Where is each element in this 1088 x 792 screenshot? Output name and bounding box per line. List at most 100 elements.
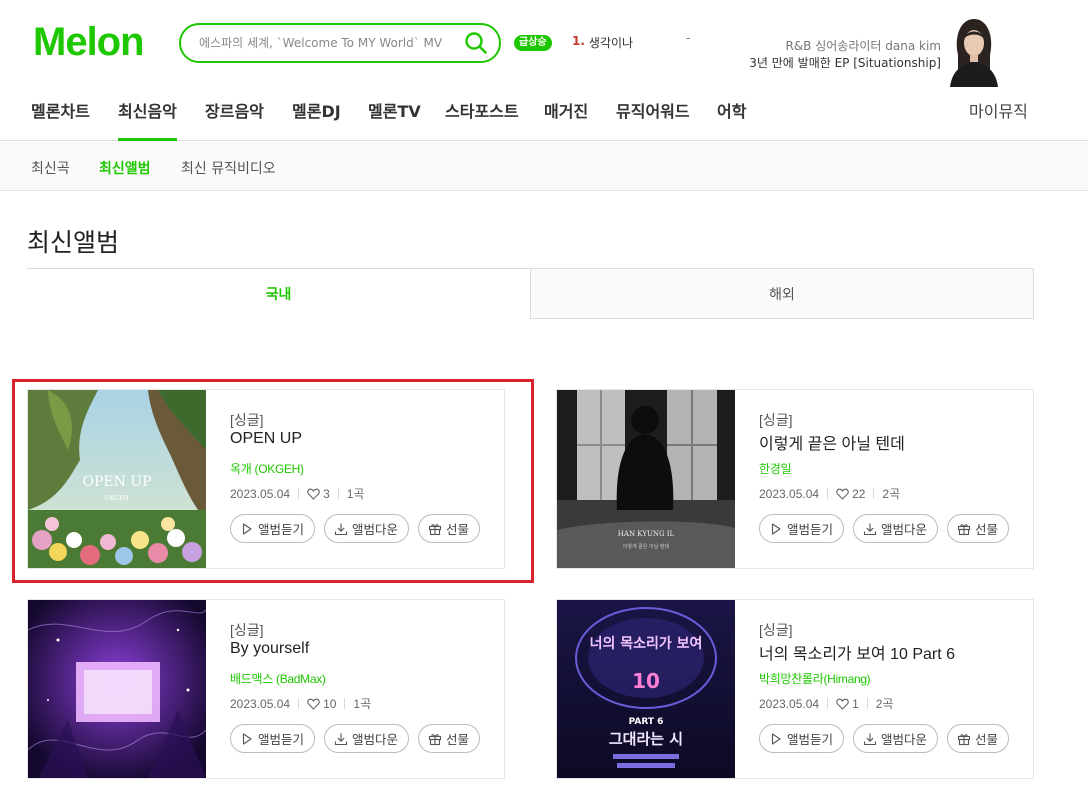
album-type: [싱글] xyxy=(230,622,264,638)
album-artist[interactable]: 박희망찬롤라(Himang) xyxy=(759,670,871,687)
album-download-button[interactable]: 앨범다운 xyxy=(324,514,410,543)
cover-artist-text: OKGEH xyxy=(105,495,129,502)
album-download-button[interactable]: 앨범다운 xyxy=(324,724,410,753)
nav-latest-music[interactable]: 최신음악 xyxy=(118,88,177,141)
cover-part-text: PART 6 xyxy=(629,717,664,727)
nav-music-awards[interactable]: 뮤직어워드 xyxy=(616,88,690,141)
download-label: 앨범다운 xyxy=(881,523,928,537)
rising-rank: 1. xyxy=(572,34,585,48)
promo-line2: 3년 만에 발매한 EP [Situationship] xyxy=(749,56,941,70)
album-cover[interactable]: OPEN UP OKGEH xyxy=(28,390,206,568)
album-like-button[interactable]: 3 xyxy=(307,487,330,501)
nav-genre-music[interactable]: 장르음악 xyxy=(205,88,264,141)
album-title[interactable]: OPEN UP xyxy=(230,430,302,448)
album-like-button[interactable]: 1 xyxy=(836,697,859,711)
album-card: OPEN UP OKGEH [싱글] OPEN UP 옥개 (OKGEH) 20… xyxy=(27,389,505,569)
album-track-count: 2곡 xyxy=(882,487,901,501)
album-title[interactable]: 이렇게 끝은 아닐 텐데 xyxy=(759,430,905,454)
album-listen-button[interactable]: 앨범듣기 xyxy=(759,724,845,753)
rising-badge: 급상승 xyxy=(514,35,552,51)
melon-logo[interactable]: Melon xyxy=(33,20,145,64)
play-icon xyxy=(771,522,781,535)
play-icon xyxy=(242,732,252,745)
cover-title-text: HAN KYUNG IL xyxy=(618,530,675,538)
rising-keyword-item[interactable]: 1. 생각이나 xyxy=(572,34,633,51)
album-listen-button[interactable]: 앨범듣기 xyxy=(759,514,845,543)
album-download-button[interactable]: 앨범다운 xyxy=(853,514,939,543)
nav-language[interactable]: 어학 xyxy=(717,88,746,141)
album-like-count: 10 xyxy=(323,696,337,711)
tab-overseas[interactable]: 해외 xyxy=(530,268,1034,319)
album-date: 2023.05.04 xyxy=(230,696,291,711)
album-artist[interactable]: 배드맥스 (BadMax) xyxy=(230,670,326,687)
logo-text: Melon xyxy=(33,20,145,64)
gift-icon xyxy=(428,733,442,745)
album-date: 2023.05.04 xyxy=(759,696,820,711)
album-artist[interactable]: 한경일 xyxy=(759,460,792,477)
album-listen-button[interactable]: 앨범듣기 xyxy=(230,514,316,543)
tab-domestic[interactable]: 국내 xyxy=(27,268,530,319)
search-icon[interactable] xyxy=(463,30,489,56)
album-date: 2023.05.04 xyxy=(230,486,291,501)
meta-divider xyxy=(298,488,300,499)
album-title[interactable]: 너의 목소리가 보여 10 Part 6 xyxy=(759,640,955,664)
download-icon xyxy=(863,733,877,745)
album-cover[interactable]: HAN KYUNG IL 이렇게 끝은 아닐 텐데 xyxy=(557,390,735,568)
album-meta: 2023.05.04 10 1곡 xyxy=(230,695,371,712)
nav-melon-dj[interactable]: 멜론DJ xyxy=(292,88,341,141)
download-label: 앨범다운 xyxy=(352,733,399,747)
nav-melon-tv[interactable]: 멜론TV xyxy=(368,88,421,141)
album-download-button[interactable]: 앨범다운 xyxy=(853,724,939,753)
album-track-count: 2곡 xyxy=(875,697,894,711)
album-like-button[interactable]: 22 xyxy=(836,487,865,501)
region-tabs: 국내 해외 xyxy=(27,268,1034,319)
album-listen-button[interactable]: 앨범듣기 xyxy=(230,724,316,753)
nav-melon-chart[interactable]: 멜론차트 xyxy=(31,88,90,141)
album-buttons: 앨범듣기 앨범다운 선물 xyxy=(230,514,481,543)
album-title[interactable]: By yourself xyxy=(230,640,309,658)
search-input[interactable] xyxy=(199,36,463,50)
album-cover[interactable] xyxy=(28,600,206,778)
heart-icon xyxy=(307,698,320,710)
heart-icon xyxy=(836,698,849,710)
subnav-latest-albums[interactable]: 최신앨범 xyxy=(99,158,151,178)
download-label: 앨범다운 xyxy=(352,523,399,537)
page-title: 최신앨범 xyxy=(27,228,120,257)
subnav-latest-mv[interactable]: 최신 뮤직비디오 xyxy=(181,158,276,178)
heart-icon xyxy=(836,488,849,500)
rising-change: - xyxy=(686,31,691,45)
gift-label: 선물 xyxy=(446,733,470,747)
album-card: 너의 목소리가 보여 10 PART 6 그대라는 시 [싱글] 너의 목소리가… xyxy=(556,599,1034,779)
album-artist[interactable]: 옥개 (OKGEH) xyxy=(230,460,304,477)
listen-label: 앨범듣기 xyxy=(258,523,305,537)
album-like-count: 1 xyxy=(852,696,859,711)
album-gift-button[interactable]: 선물 xyxy=(947,724,1010,753)
gift-icon xyxy=(957,733,971,745)
subnav-latest-songs[interactable]: 최신곡 xyxy=(31,158,70,178)
gift-icon xyxy=(428,523,442,535)
album-like-button[interactable]: 10 xyxy=(307,697,336,711)
album-gift-button[interactable]: 선물 xyxy=(947,514,1010,543)
nav-my-music[interactable]: 마이뮤직 xyxy=(969,88,1028,141)
album-cover[interactable]: 너의 목소리가 보여 10 PART 6 그대라는 시 xyxy=(557,600,735,778)
gift-label: 선물 xyxy=(975,523,999,537)
cover-subtitle-text: 이렇게 끝은 아닐 텐데 xyxy=(623,543,670,550)
album-meta: 2023.05.04 3 1곡 xyxy=(230,485,364,502)
album-gift-button[interactable]: 선물 xyxy=(418,724,481,753)
gift-label: 선물 xyxy=(975,733,999,747)
promo-banner[interactable]: R&B 싱어송라이터 dana kim 3년 만에 발매한 EP [Situat… xyxy=(700,38,941,72)
album-type: [싱글] xyxy=(230,412,264,428)
promo-line1: R&B 싱어송라이터 dana kim xyxy=(785,39,941,53)
album-track-count: 1곡 xyxy=(346,487,365,501)
download-icon xyxy=(334,523,348,535)
cover-title-text: 너의 목소리가 보여 xyxy=(590,635,703,652)
promo-artist-image[interactable] xyxy=(944,15,1004,87)
album-buttons: 앨범듣기 앨범다운 선물 xyxy=(230,724,481,753)
album-card: HAN KYUNG IL 이렇게 끝은 아닐 텐데 [싱글] 이렇게 끝은 아닐… xyxy=(556,389,1034,569)
album-buttons: 앨범듣기 앨범다운 선물 xyxy=(759,724,1010,753)
nav-magazine[interactable]: 매거진 xyxy=(544,88,588,141)
album-meta: 2023.05.04 22 2곡 xyxy=(759,485,900,502)
nav-star-post[interactable]: 스타포스트 xyxy=(445,88,519,141)
download-icon xyxy=(863,523,877,535)
album-gift-button[interactable]: 선물 xyxy=(418,514,481,543)
